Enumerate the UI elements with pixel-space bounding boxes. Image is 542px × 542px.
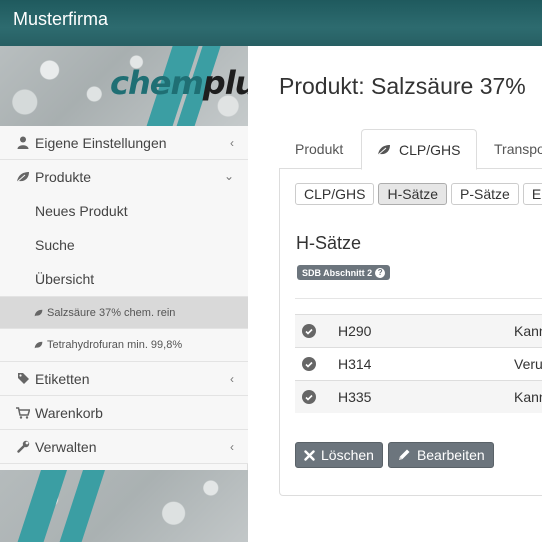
- sidebar-item-label: Produkte: [35, 169, 92, 185]
- edit-button[interactable]: Bearbeiten: [387, 442, 494, 468]
- sidebar-product-item[interactable]: Tetrahydrofuran min. 99,8%: [0, 329, 248, 362]
- tab-product[interactable]: Produkt: [295, 129, 343, 169]
- product-item-label: Tetrahydrofuran min. 99,8%: [47, 339, 183, 351]
- leaf-icon: [34, 341, 43, 349]
- sidebar-product-item[interactable]: Salzsäure 37% chem. rein: [0, 296, 248, 329]
- app-title[interactable]: Musterfirma: [13, 9, 108, 30]
- leaf-icon: [16, 170, 30, 184]
- tab-panel: CLP/GHS H-Sätze P-Sätze EU H-Sätze SDB A…: [279, 169, 542, 496]
- tab-transport[interactable]: Transport: [494, 129, 542, 169]
- sidebar-item-label: Verwalten: [35, 438, 97, 455]
- sidebar-item-products[interactable]: Produkte ⌄: [0, 160, 248, 194]
- sidebar: chemplus Eigene Einstellungen ‹ Produkte…: [0, 46, 248, 542]
- check-circle-icon: [302, 357, 316, 371]
- sidebar-decoration-image: [0, 470, 248, 542]
- sidebar-item-label: Warenkorb: [35, 404, 103, 421]
- subtab-eu[interactable]: EU: [522, 183, 542, 205]
- product-item-label: Salzsäure 37% chem. rein: [47, 306, 176, 319]
- sidebar-nav: Eigene Einstellungen ‹ Produkte ⌄ Neues …: [0, 126, 248, 464]
- action-bar: Löschen Bearbeiten: [295, 442, 494, 468]
- h-text: Verursacht schwere Verätzungen der Haut.: [514, 356, 542, 372]
- sidebar-item-manage[interactable]: Verwalten ‹: [0, 430, 248, 464]
- subtab-h-saetze[interactable]: H-Sätze: [378, 183, 448, 205]
- close-icon: [304, 449, 315, 461]
- sidebar-item-labels[interactable]: Etiketten ‹: [0, 362, 248, 396]
- cart-icon: [16, 406, 30, 420]
- chevron-down-icon: ⌄: [223, 169, 234, 183]
- chevron-left-icon: ‹: [230, 136, 234, 150]
- h-text: Kann gegenüber Metallen korrosiv sein.: [514, 323, 542, 339]
- pencil-icon: [397, 448, 411, 462]
- user-icon: [16, 136, 30, 150]
- h-code: H314: [338, 356, 372, 372]
- section-title: H-Sätze: [296, 233, 362, 253]
- list-item: H335 Kann die Atemwege reizen.: [295, 380, 542, 413]
- top-bar: Musterfirma: [0, 0, 542, 46]
- tab-clp-ghs[interactable]: CLP/GHS: [361, 129, 477, 170]
- subtab-clp-ghs[interactable]: CLP/GHS: [295, 183, 375, 205]
- product-tabs: Produkt CLP/GHS Transport: [279, 129, 542, 170]
- sidebar-item-label: Eigene Einstellungen: [35, 134, 167, 151]
- h-statements-list: H290 Kann gegenüber Metallen korrosiv se…: [295, 314, 542, 413]
- h-text: Kann die Atemwege reizen.: [514, 389, 542, 405]
- wrench-icon: [16, 440, 30, 454]
- leaf-icon: [34, 309, 43, 317]
- main-content: Produkt: Salzsäure 37% Produkt CLP/GHS T…: [249, 46, 542, 542]
- tab-label: CLP/GHS: [399, 141, 461, 158]
- delete-button[interactable]: Löschen: [295, 442, 383, 468]
- h-code: H290: [338, 323, 372, 339]
- check-circle-icon: [302, 324, 316, 338]
- tag-icon: [16, 372, 30, 386]
- chevron-left-icon: ‹: [230, 372, 234, 386]
- page-title: Produkt: Salzsäure 37%: [279, 73, 526, 99]
- sidebar-item-cart[interactable]: Warenkorb: [0, 396, 248, 430]
- divider: [295, 298, 542, 299]
- sidebar-item-settings[interactable]: Eigene Einstellungen ‹: [0, 126, 248, 160]
- logo[interactable]: chemplus: [0, 46, 248, 126]
- chevron-left-icon: ‹: [230, 440, 234, 454]
- list-item: H314 Verursacht schwere Verätzungen der …: [295, 347, 542, 380]
- subtab-bar: CLP/GHS H-Sätze P-Sätze EU: [295, 183, 542, 205]
- h-code: H335: [338, 389, 372, 405]
- sidebar-subitem-new-product[interactable]: Neues Produkt: [0, 194, 248, 228]
- list-item: H290 Kann gegenüber Metallen korrosiv se…: [295, 314, 542, 347]
- sidebar-item-label: Etiketten: [35, 370, 90, 387]
- leaf-icon: [377, 144, 391, 156]
- sdb-section-badge[interactable]: SDB Abschnitt 2 ?: [297, 265, 391, 280]
- check-circle-icon: [302, 390, 316, 404]
- logo-wordmark: chemplus: [110, 64, 248, 102]
- question-icon: ?: [375, 267, 386, 278]
- sidebar-subitem-overview[interactable]: Übersicht: [0, 262, 248, 296]
- subtab-p-saetze[interactable]: P-Sätze: [451, 183, 519, 205]
- sidebar-subitem-search[interactable]: Suche: [0, 228, 248, 262]
